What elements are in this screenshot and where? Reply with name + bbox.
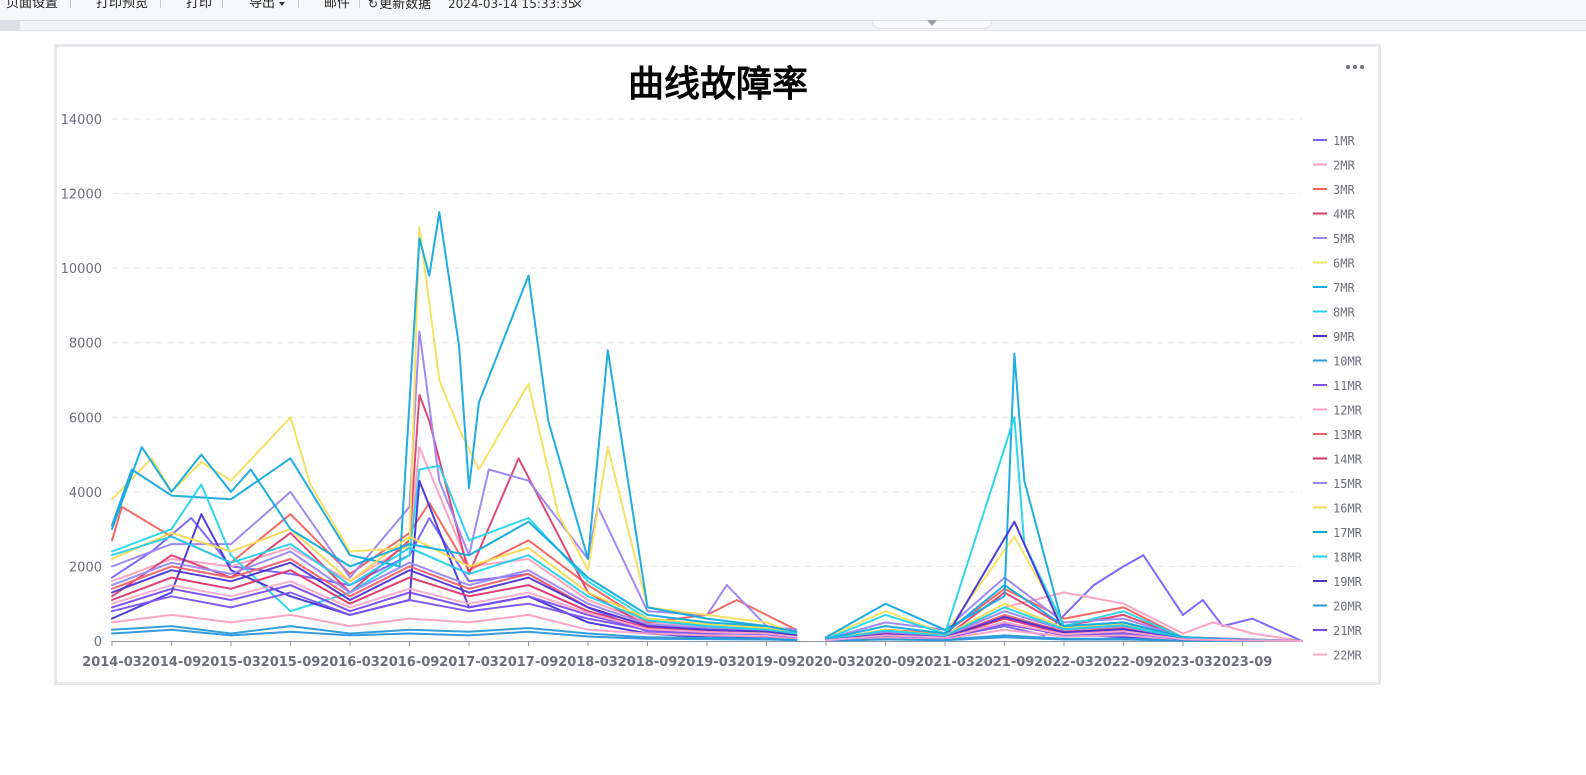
x-tick-label: 2020-03 <box>796 655 856 670</box>
x-tick-label: 2015-09 <box>261 655 321 670</box>
legend-label: 15MR <box>1333 477 1363 491</box>
x-tick-label: 2023-09 <box>1213 655 1273 670</box>
legend-label: 22MR <box>1333 649 1363 663</box>
y-tick-label: 4000 <box>69 486 102 501</box>
legend-label: 21MR <box>1333 624 1363 638</box>
legend-label: 12MR <box>1333 404 1363 418</box>
x-tick-label: 2014-03 <box>82 655 142 670</box>
legend-label: 2MR <box>1333 159 1355 173</box>
x-tick-label: 2016-09 <box>380 655 440 670</box>
series-line-5MR <box>111 330 1303 642</box>
x-tick-label: 2016-03 <box>320 655 380 670</box>
legend-label: 13MR <box>1333 428 1363 442</box>
x-tick-label: 2015-03 <box>201 655 261 670</box>
legend-label: 19MR <box>1333 575 1363 589</box>
legend-label: 9MR <box>1333 330 1355 344</box>
x-tick-label: 2021-09 <box>975 655 1035 670</box>
x-tick-label: 2018-03 <box>558 655 618 670</box>
x-tick-label: 2020-09 <box>856 655 916 670</box>
legend-label: 20MR <box>1333 600 1363 614</box>
legend-label: 7MR <box>1333 281 1355 295</box>
x-tick-label: 2018-09 <box>618 655 678 670</box>
legend-label: 11MR <box>1333 379 1363 393</box>
y-tick-label: 8000 <box>69 337 102 352</box>
x-tick-label: 2014-09 <box>142 655 202 670</box>
legend-label: 6MR <box>1333 257 1355 271</box>
chart-title: 曲线故障率 <box>628 64 808 105</box>
legend-label: 3MR <box>1333 183 1355 197</box>
y-tick-label: 0 <box>94 635 102 650</box>
x-tick-label: 2022-03 <box>1034 655 1094 670</box>
x-tick-label: 2021-03 <box>915 655 975 670</box>
series-line-6MR <box>111 226 1303 642</box>
y-tick-label: 14000 <box>61 113 102 128</box>
x-tick-label: 2023-03 <box>1153 655 1213 670</box>
series-line-9MR <box>111 479 1303 642</box>
y-tick-label: 10000 <box>61 262 102 277</box>
legend-label: 18MR <box>1333 551 1363 565</box>
x-tick-label: 2017-03 <box>439 655 499 670</box>
legend-label: 16MR <box>1333 502 1363 516</box>
x-tick-label: 2022-09 <box>1094 655 1154 670</box>
legend-label: 4MR <box>1333 208 1355 222</box>
y-tick-label: 12000 <box>61 188 102 203</box>
legend-label: 14MR <box>1333 453 1363 467</box>
legend-label: 1MR <box>1333 134 1355 148</box>
series-line-7MR <box>111 211 1303 642</box>
x-tick-label: 2019-03 <box>677 655 737 670</box>
x-tick-label: 2019-09 <box>737 655 797 670</box>
legend-label: 5MR <box>1333 232 1355 246</box>
line-chart: 曲线故障率 0 2000 4000 6000 8000 10000 12000 14000 2… <box>61 64 1363 670</box>
y-tick-label: 2000 <box>69 560 102 575</box>
y-tick-label: 6000 <box>69 411 102 426</box>
series-line-3MR <box>111 502 1303 642</box>
legend-label: 10MR <box>1333 355 1363 369</box>
legend-label: 17MR <box>1333 526 1363 540</box>
legend-label: 8MR <box>1333 306 1355 320</box>
x-tick-label: 2017-09 <box>499 655 559 670</box>
